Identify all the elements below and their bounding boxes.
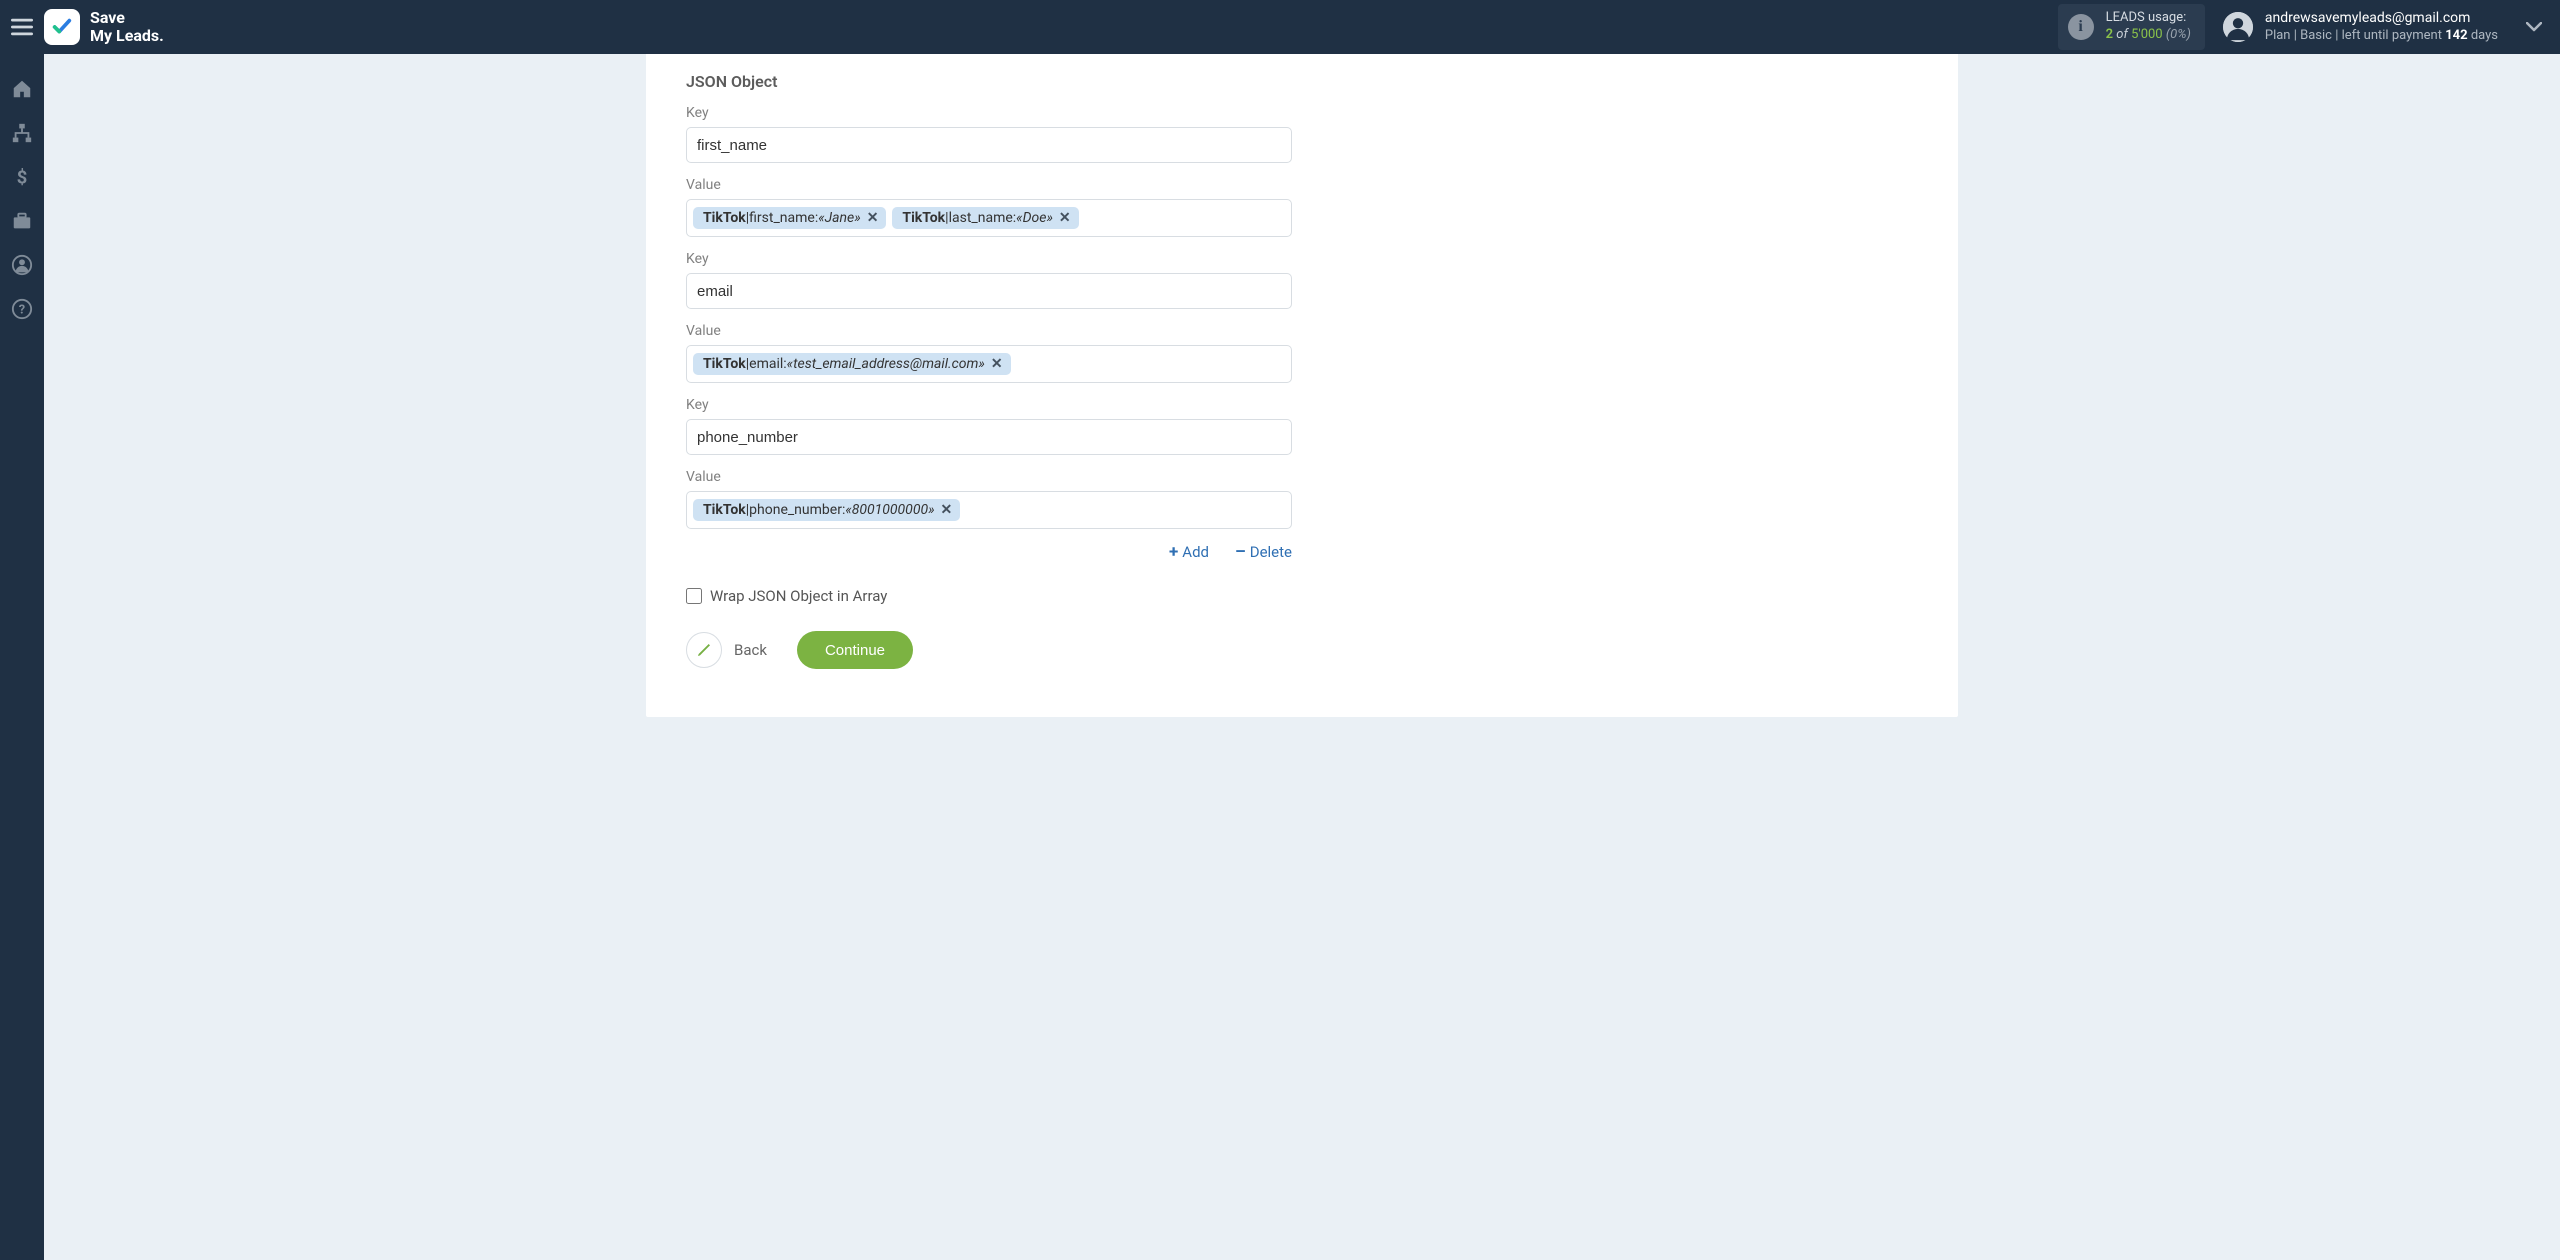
tag-source: TikTok bbox=[902, 210, 945, 226]
key-input[interactable] bbox=[686, 419, 1292, 455]
tag-field: last_name: bbox=[949, 210, 1017, 226]
back-button[interactable]: Back bbox=[686, 632, 767, 668]
back-label: Back bbox=[734, 641, 767, 659]
plus-icon: + bbox=[1169, 544, 1178, 561]
wrap-array-row[interactable]: Wrap JSON Object in Array bbox=[686, 587, 1918, 605]
avatar bbox=[2223, 12, 2253, 42]
info-icon: i bbox=[2068, 14, 2094, 40]
minus-icon: – bbox=[1235, 544, 1246, 561]
wrap-array-checkbox[interactable] bbox=[686, 588, 702, 604]
leads-usage-values: 2 of 5'000 (0%) bbox=[2106, 27, 2191, 44]
pencil-icon bbox=[696, 642, 712, 658]
account-block[interactable]: andrewsavemyleads@gmail.com Plan | Basic… bbox=[2223, 9, 2542, 44]
tag-source: TikTok bbox=[703, 356, 746, 372]
tag-remove-icon[interactable]: ✕ bbox=[867, 210, 879, 226]
account-plan: Plan | Basic | left until payment 142 da… bbox=[2265, 28, 2498, 45]
key-label: Key bbox=[686, 251, 1918, 267]
key-label: Key bbox=[686, 397, 1918, 413]
tag-field: first_name: bbox=[749, 210, 818, 226]
home-icon bbox=[11, 78, 33, 100]
tag-source: TikTok bbox=[703, 210, 746, 226]
leads-usage-box[interactable]: i LEADS usage: 2 of 5'000 (0%) bbox=[2058, 4, 2205, 50]
tag-field: phone_number: bbox=[749, 502, 845, 518]
tag-remove-icon[interactable]: ✕ bbox=[991, 356, 1003, 372]
svg-text:$: $ bbox=[17, 167, 28, 188]
key-input[interactable] bbox=[686, 127, 1292, 163]
sitemap-icon bbox=[11, 122, 33, 144]
add-row-button[interactable]: +Add bbox=[1169, 543, 1209, 561]
main-area: JSON Object KeyValueTikTok | first_name:… bbox=[44, 54, 2560, 1260]
chevron-down-icon bbox=[2526, 22, 2542, 32]
sidebar-item-connections[interactable] bbox=[11, 122, 33, 144]
menu-toggle[interactable] bbox=[0, 0, 44, 54]
tag-field: email: bbox=[749, 356, 787, 372]
mapping-tag[interactable]: TikTok | first_name: «Jane»✕ bbox=[693, 207, 886, 229]
tag-value: «8001000000» bbox=[845, 502, 934, 518]
tag-value: «Doe» bbox=[1016, 210, 1053, 226]
value-label: Value bbox=[686, 177, 1918, 193]
sidebar-item-account[interactable] bbox=[11, 254, 33, 276]
sidebar-item-help[interactable]: ? bbox=[11, 298, 33, 320]
sidebar-item-billing[interactable]: $ bbox=[11, 166, 33, 188]
dollar-icon: $ bbox=[11, 166, 33, 188]
mapping-tag[interactable]: TikTok | email: «test_email_address@mail… bbox=[693, 353, 1011, 375]
leads-usage-label: LEADS usage: bbox=[2106, 10, 2191, 27]
topbar: Save My Leads. i LEADS usage: 2 of 5'000… bbox=[0, 0, 2560, 54]
value-label: Value bbox=[686, 469, 1918, 485]
tag-source: TikTok bbox=[703, 502, 746, 518]
wrap-array-label: Wrap JSON Object in Array bbox=[710, 587, 887, 605]
section-title: JSON Object bbox=[686, 72, 1918, 91]
user-avatar-icon bbox=[2223, 12, 2253, 42]
form-card: JSON Object KeyValueTikTok | first_name:… bbox=[646, 54, 1958, 717]
back-circle bbox=[686, 632, 722, 668]
account-email: andrewsavemyleads@gmail.com bbox=[2265, 9, 2498, 27]
key-input[interactable] bbox=[686, 273, 1292, 309]
tag-value: «test_email_address@mail.com» bbox=[787, 356, 985, 372]
value-tag-input[interactable]: TikTok | phone_number: «8001000000»✕ bbox=[686, 491, 1292, 529]
tag-remove-icon[interactable]: ✕ bbox=[941, 502, 953, 518]
briefcase-icon bbox=[11, 210, 33, 232]
value-tag-input[interactable]: TikTok | email: «test_email_address@mail… bbox=[686, 345, 1292, 383]
continue-button[interactable]: Continue bbox=[797, 631, 913, 669]
hamburger-icon bbox=[11, 18, 33, 36]
logo-text: Save My Leads. bbox=[90, 9, 164, 46]
value-tag-input[interactable]: TikTok | first_name: «Jane»✕TikTok | las… bbox=[686, 199, 1292, 237]
add-delete-row: +Add –Delete bbox=[686, 543, 1292, 561]
mapping-tag[interactable]: TikTok | phone_number: «8001000000»✕ bbox=[693, 499, 960, 521]
tag-value: «Jane» bbox=[818, 210, 860, 226]
account-chevron[interactable] bbox=[2526, 17, 2542, 36]
help-icon: ? bbox=[11, 298, 33, 320]
key-label: Key bbox=[686, 105, 1918, 121]
tag-remove-icon[interactable]: ✕ bbox=[1059, 210, 1071, 226]
sidebar-item-home[interactable] bbox=[11, 78, 33, 100]
mapping-tag[interactable]: TikTok | last_name: «Doe»✕ bbox=[892, 207, 1078, 229]
sidebar-item-briefcase[interactable] bbox=[11, 210, 33, 232]
user-circle-icon bbox=[11, 254, 33, 276]
sidebar: $ ? bbox=[0, 54, 44, 1260]
logo-check-icon bbox=[51, 16, 73, 38]
delete-row-button[interactable]: –Delete bbox=[1235, 543, 1292, 561]
logo-badge[interactable] bbox=[44, 9, 80, 45]
svg-text:?: ? bbox=[19, 303, 25, 318]
value-label: Value bbox=[686, 323, 1918, 339]
